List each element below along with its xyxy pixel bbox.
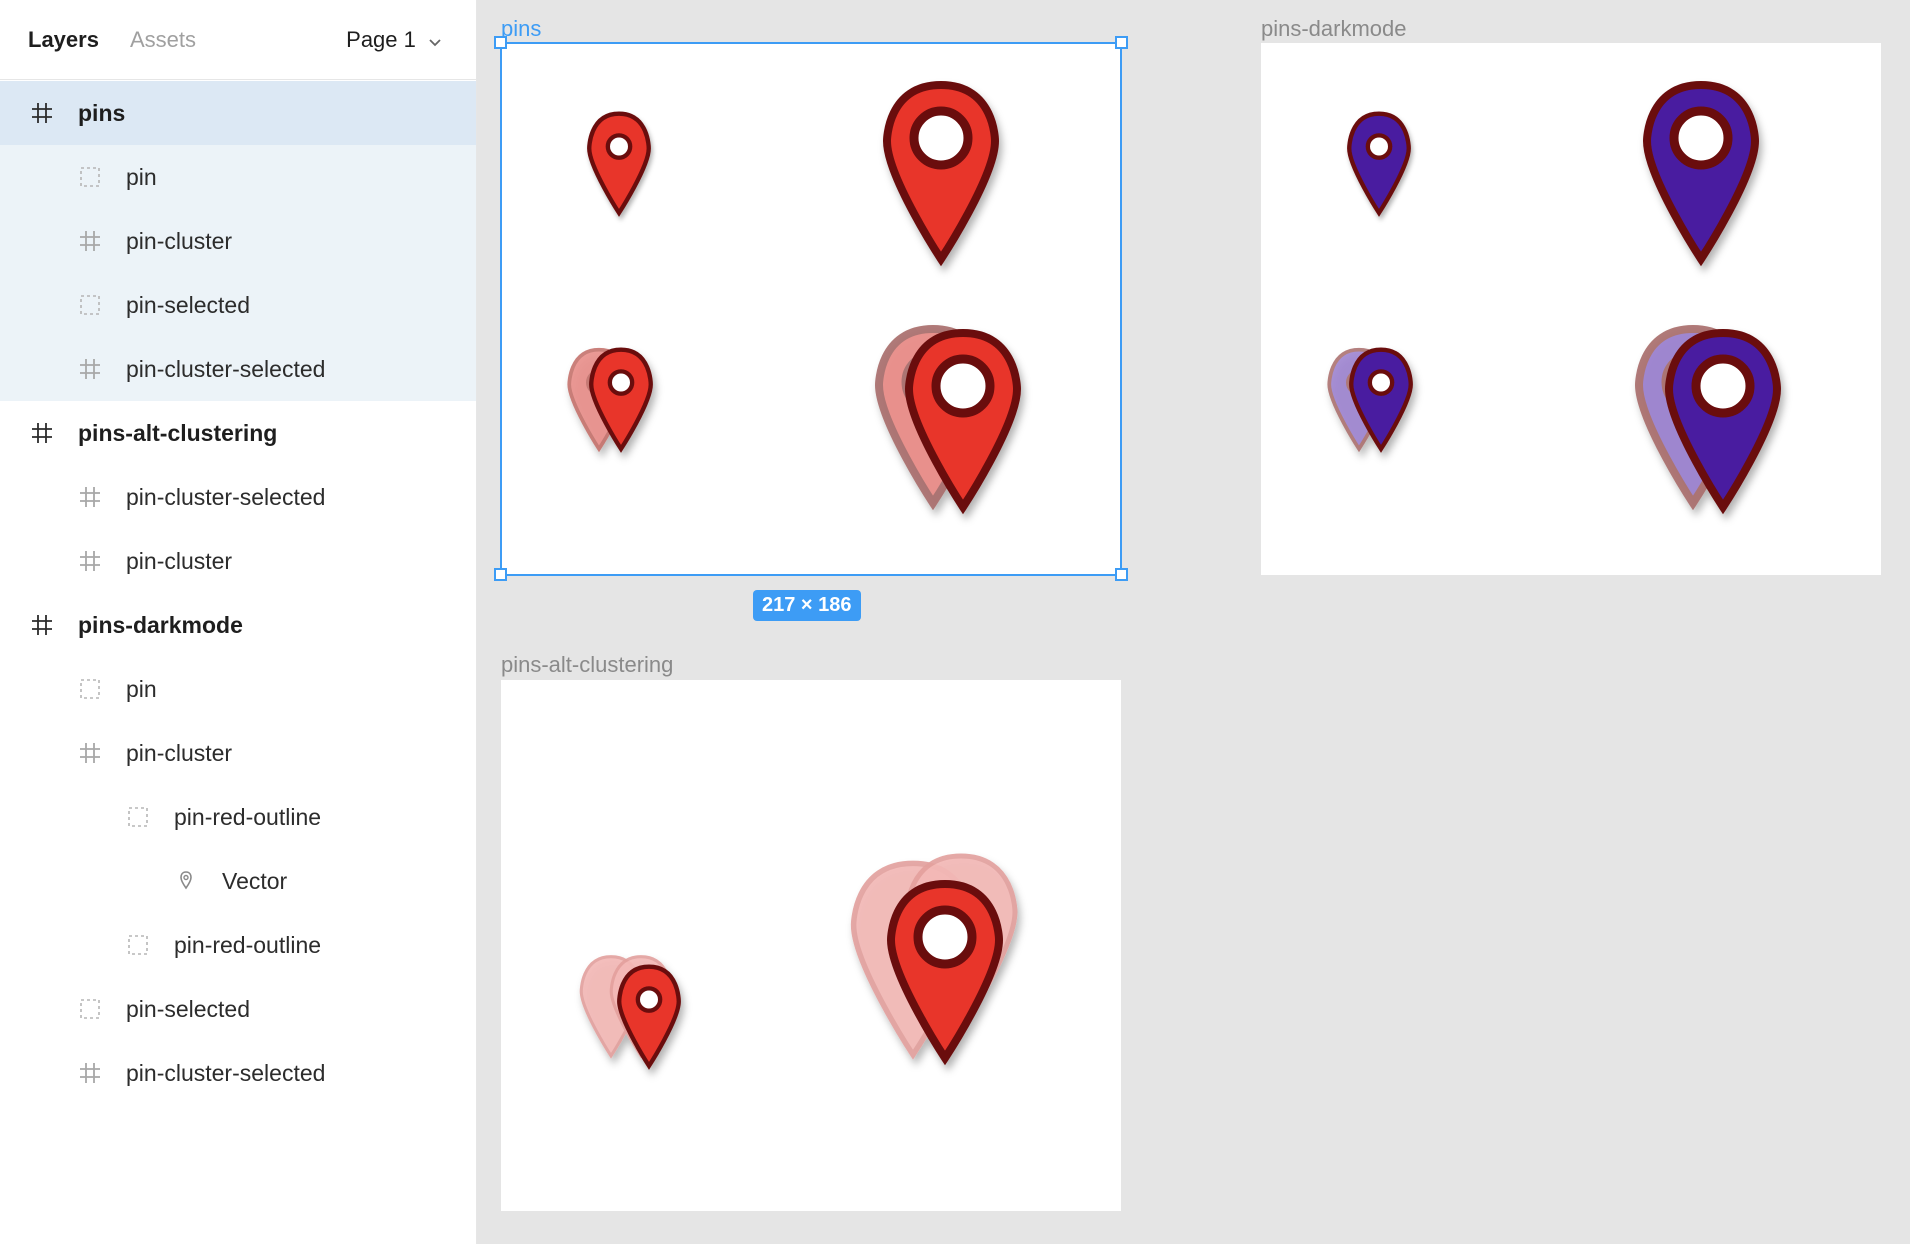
layer-label: pins-darkmode <box>78 611 243 638</box>
layer-label: pin-cluster-selected <box>126 1059 326 1086</box>
component-icon <box>78 165 102 189</box>
pin-small-dark <box>1347 111 1411 217</box>
layer-row-Vector[interactable]: Vector <box>0 849 476 913</box>
page-selector[interactable]: Page 1 <box>346 27 442 54</box>
frame-icon <box>30 101 54 125</box>
frame-icon <box>78 357 102 381</box>
pin-large-dark <box>1642 80 1760 267</box>
component-icon <box>78 293 102 317</box>
frame-icon <box>30 613 54 637</box>
component-icon <box>126 805 150 829</box>
layer-label: pin-cluster <box>126 739 233 766</box>
layer-label: pin-cluster-selected <box>126 483 326 510</box>
pin-cluster-large <box>874 324 1022 515</box>
layer-row-pin-cluster[interactable]: pin-cluster <box>0 529 476 593</box>
frame-pins[interactable] <box>501 43 1121 575</box>
tab-assets[interactable]: Assets <box>130 27 196 53</box>
pins-artwork <box>567 80 1022 515</box>
layer-label: pin-red-outline <box>174 803 322 830</box>
layer-label: pin-cluster <box>126 227 233 254</box>
layer-label: pin-red-outline <box>174 931 322 958</box>
layer-row-pin-selected[interactable]: pin-selected <box>0 273 476 337</box>
layer-label: pins-alt-clustering <box>78 419 278 446</box>
layer-label: pin-cluster-selected <box>126 355 326 382</box>
layers-panel: Layers Assets Page 1 pins pin pin-cluster p… <box>0 0 477 1244</box>
layer-label: pin-selected <box>126 291 251 318</box>
pin-cluster-small <box>567 347 653 453</box>
layer-row-pin-cluster[interactable]: pin-cluster <box>0 209 476 273</box>
layer-row-pin-cluster-selected[interactable]: pin-cluster-selected <box>0 465 476 529</box>
layer-row-pin-red-outline[interactable]: pin-red-outline <box>0 785 476 849</box>
pin-large <box>882 80 1000 267</box>
layer-row-pin[interactable]: pin <box>0 657 476 721</box>
tab-layers[interactable]: Layers <box>28 27 99 53</box>
layer-label: pins <box>78 99 126 126</box>
layer-row-pins[interactable]: pins <box>0 81 476 145</box>
resize-handle-bottom-right[interactable] <box>1115 568 1128 581</box>
layer-label: pin-cluster <box>126 547 233 574</box>
layer-row-pin-selected[interactable]: pin-selected <box>0 977 476 1041</box>
layer-label: Vector <box>222 867 288 894</box>
pin-small <box>587 111 651 217</box>
pin-cluster-small-dark <box>1327 347 1413 453</box>
resize-handle-bottom-left[interactable] <box>494 568 507 581</box>
frame-pins-alt-clustering[interactable] <box>501 680 1121 1211</box>
component-icon <box>78 677 102 701</box>
layer-row-pins-alt-clustering[interactable]: pins-alt-clustering <box>0 401 476 465</box>
layer-row-pin-cluster-selected[interactable]: pin-cluster-selected <box>0 337 476 401</box>
frame-icon <box>78 741 102 765</box>
vector-pin-icon <box>174 869 198 893</box>
frame-icon <box>78 1061 102 1085</box>
pin-cluster-large-dark <box>1634 324 1782 515</box>
chevron-down-icon <box>428 28 442 54</box>
alt-cluster-small <box>579 955 681 1070</box>
panel-header: Layers Assets Page 1 <box>0 0 476 80</box>
selection-size-badge: 217 × 186 <box>753 590 861 621</box>
frame-icon <box>78 485 102 509</box>
layer-row-pin[interactable]: pin <box>0 145 476 209</box>
component-icon <box>126 933 150 957</box>
layer-row-pin-red-outline[interactable]: pin-red-outline <box>0 913 476 977</box>
page-selector-label: Page 1 <box>346 27 416 52</box>
layer-list: pins pin pin-cluster pin-selected pin-cluste… <box>0 81 476 1105</box>
pins-alt-artwork <box>579 853 1018 1070</box>
frame-title-pins-darkmode[interactable]: pins-darkmode <box>1261 16 1407 42</box>
frame-icon <box>78 549 102 573</box>
layer-row-pin-cluster[interactable]: pin-cluster <box>0 721 476 785</box>
layer-label: pin <box>126 163 157 190</box>
frame-pins-darkmode[interactable] <box>1261 43 1881 575</box>
layer-row-pins-darkmode[interactable]: pins-darkmode <box>0 593 476 657</box>
resize-handle-top-right[interactable] <box>1115 36 1128 49</box>
resize-handle-top-left[interactable] <box>494 36 507 49</box>
frame-title-pins[interactable]: pins <box>501 16 541 42</box>
frame-icon <box>78 229 102 253</box>
component-icon <box>78 997 102 1021</box>
layer-label: pin-selected <box>126 995 251 1022</box>
alt-cluster-large <box>850 853 1018 1066</box>
layer-row-pin-cluster-selected[interactable]: pin-cluster-selected <box>0 1041 476 1105</box>
frame-title-pins-alt-clustering[interactable]: pins-alt-clustering <box>501 652 673 678</box>
pins-darkmode-artwork <box>1327 80 1782 515</box>
layer-label: pin <box>126 675 157 702</box>
frame-icon <box>30 421 54 445</box>
